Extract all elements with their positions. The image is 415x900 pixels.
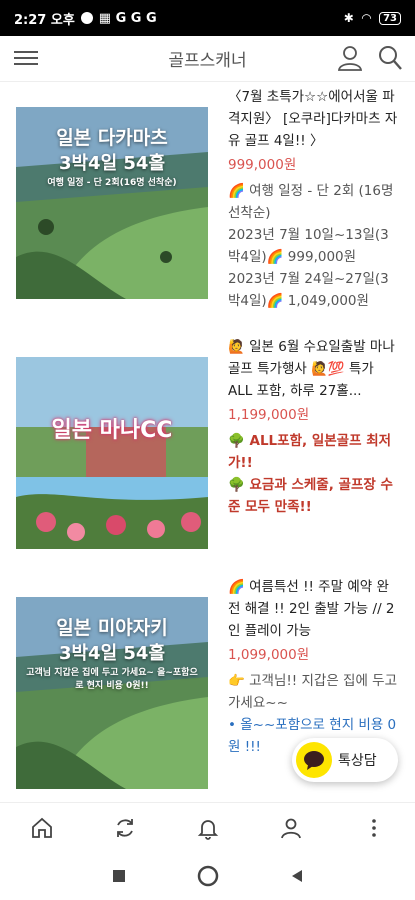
product-card[interactable]: 일본 마나CC 🙋 일본 6월 수요일출발 마나골프 특가행사 🙋💯 특가 AL… — [0, 332, 415, 572]
banner-title: 일본 마나CC — [51, 418, 173, 443]
recents-icon[interactable] — [111, 868, 127, 884]
chat-consult-button[interactable]: 톡상담 — [292, 738, 398, 782]
back-icon[interactable] — [289, 868, 305, 884]
banner-subtitle: 3박4일 54홀 — [58, 153, 166, 174]
product-image[interactable]: 일본 다카마츠 3박4일 54홀 여행 일정 - 단 2회(16명 선착순) — [16, 107, 208, 299]
product-desc-line: 👉 고객님!! 지갑은 집에 두고 가세요~~ — [228, 673, 397, 711]
notification-icon — [80, 12, 93, 24]
banner-caption: 고객님 지갑은 집에 두고 가세요~ 올~포함으로 현지 비용 0원!! — [26, 668, 198, 691]
banner-title: 일본 미야자키 — [56, 617, 168, 639]
product-desc-line: 🌳 요금과 스케줄, 골프장 수준 모두 만족!! — [228, 477, 393, 515]
chat-consult-label: 톡상담 — [338, 753, 377, 769]
product-desc-line: 2023년 7월 24일~27일(3박4일)🌈 1,049,000원 — [228, 271, 389, 309]
product-title[interactable]: 〈7월 초특가☆☆에어서울 파격지원〉 [오쿠라]다카마츠 자유 골프 4일!!… — [228, 86, 398, 152]
refresh-icon[interactable] — [113, 816, 137, 840]
product-image[interactable]: 일본 미야자키 3박4일 54홀 고객님 지갑은 집에 두고 가세요~ 올~포함… — [16, 597, 208, 789]
home-button-icon[interactable] — [197, 865, 219, 887]
product-desc-line: 🌳 ALL포함, 일본골프 최저가!! — [228, 433, 392, 471]
status-time: 2:27 오후 — [14, 12, 75, 28]
product-desc-line: 🌈 여행 일정 - 단 2회 (16명 선착순) — [228, 183, 394, 221]
bell-icon[interactable] — [196, 816, 220, 840]
user-icon[interactable] — [337, 44, 363, 72]
wifi-icon: ◠ — [361, 11, 372, 25]
chat-icon — [296, 742, 332, 778]
bottom-nav — [0, 802, 415, 852]
banner-caption: 여행 일정 - 단 2회(16명 선착순) — [47, 178, 177, 188]
product-price: 999,000원 — [228, 157, 297, 173]
app-header: 골프스캐너 — [0, 36, 415, 82]
product-image[interactable]: 일본 마나CC — [16, 357, 208, 549]
product-title[interactable]: 🙋 일본 6월 수요일출발 마나골프 특가행사 🙋💯 특가 ALL 포함, 하루… — [228, 336, 398, 402]
menu-icon[interactable] — [14, 47, 38, 69]
profile-icon[interactable] — [279, 816, 303, 840]
more-icon[interactable] — [362, 816, 386, 840]
battery-icon: 73 — [379, 11, 401, 25]
bluetooth-icon: ✱ — [343, 11, 354, 25]
search-icon[interactable] — [377, 44, 403, 72]
banner-title: 일본 다카마츠 — [56, 127, 168, 149]
status-bar: 2:27 오후 ▦ G G G ✱ ◠ 73 — [0, 0, 415, 36]
product-feed: 일본 다카마츠 3박4일 54홀 여행 일정 - 단 2회(16명 선착순) 〈… — [0, 82, 415, 802]
notification-icon: ▦ G G G — [98, 10, 157, 26]
product-card[interactable]: 일본 다카마츠 3박4일 54홀 여행 일정 - 단 2회(16명 선착순) 〈… — [0, 82, 415, 332]
product-price: 1,199,000원 — [228, 407, 310, 423]
system-nav — [0, 852, 415, 900]
product-title[interactable]: 🌈 여름특선 !! 주말 예약 완전 해결 !! 2인 출발 가능 // 2인 … — [228, 576, 398, 642]
product-price: 1,099,000원 — [228, 647, 310, 663]
banner-subtitle: 3박4일 54홀 — [58, 643, 166, 664]
home-icon[interactable] — [30, 816, 54, 840]
product-desc-line: 2023년 7월 10일~13일(3박4일)🌈 999,000원 — [228, 227, 389, 265]
